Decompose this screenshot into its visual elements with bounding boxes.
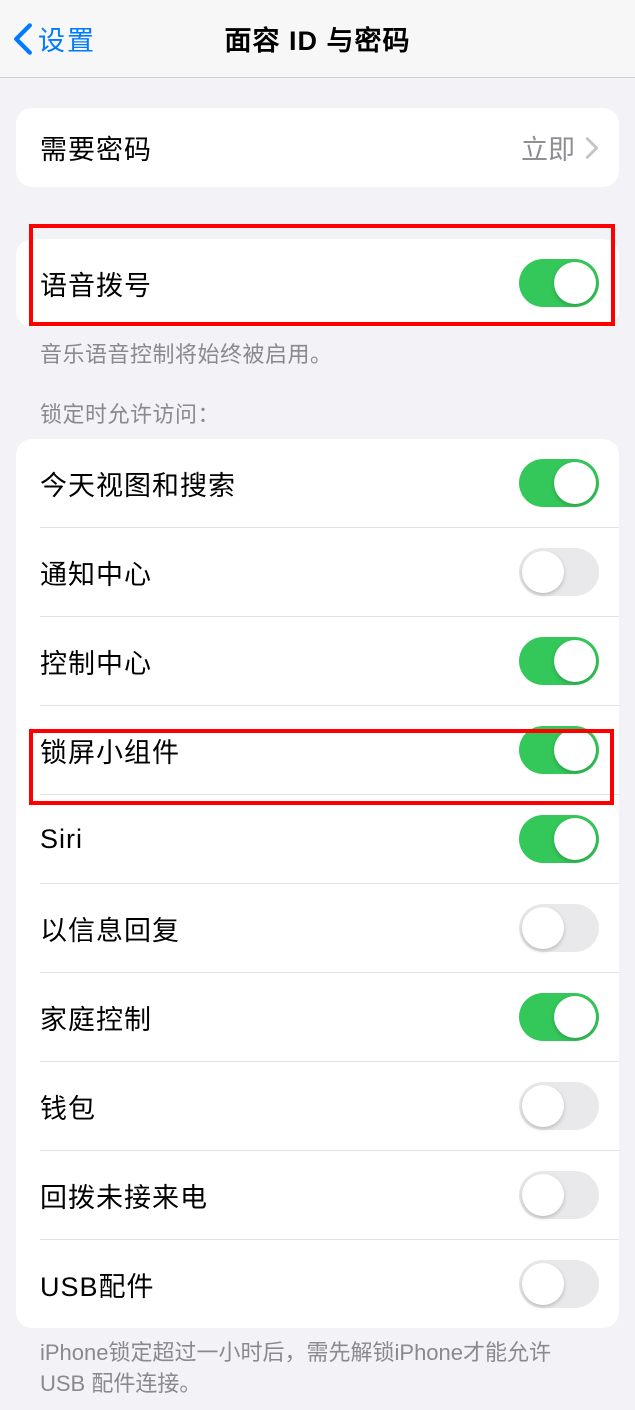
passcode-group: 需要密码 立即: [16, 108, 619, 187]
chevron-left-icon: [12, 22, 34, 56]
chevron-right-icon: [585, 136, 599, 160]
lock-access-label: 通知中心: [40, 553, 152, 592]
lock-access-row: 今天视图和搜索: [16, 439, 619, 527]
back-button[interactable]: 设置: [12, 19, 96, 58]
lock-access-row: 控制中心: [16, 617, 619, 705]
voice-dial-row: 语音拨号: [16, 239, 619, 327]
page-title: 面容 ID 与密码: [224, 19, 410, 58]
lock-access-toggle[interactable]: [519, 1171, 599, 1219]
lock-access-row: 家庭控制: [16, 973, 619, 1061]
lock-access-row: USB配件: [16, 1240, 619, 1328]
require-passcode-label: 需要密码: [40, 128, 152, 167]
nav-header: 设置 面容 ID 与密码: [0, 0, 635, 78]
lock-access-label: 锁屏小组件: [40, 731, 180, 770]
lock-access-row: 钱包: [16, 1062, 619, 1150]
lock-access-row: 以信息回复: [16, 884, 619, 972]
voice-dial-group: 语音拨号: [16, 239, 619, 327]
lock-access-label: 钱包: [40, 1087, 96, 1126]
usb-footer: iPhone锁定超过一小时后，需先解锁iPhone才能允许USB 配件连接。: [16, 1328, 619, 1410]
lock-access-label: 回拨未接来电: [40, 1176, 208, 1215]
lock-access-toggle[interactable]: [519, 904, 599, 952]
lock-access-toggle[interactable]: [519, 548, 599, 596]
lock-access-label: USB配件: [40, 1265, 155, 1304]
lock-access-row: 通知中心: [16, 528, 619, 616]
voice-dial-label: 语音拨号: [40, 264, 152, 303]
lock-access-toggle[interactable]: [519, 1082, 599, 1130]
voice-dial-footer: 音乐语音控制将始终被启用。: [16, 327, 619, 373]
lock-access-toggle[interactable]: [519, 637, 599, 685]
lock-access-label: 家庭控制: [40, 998, 152, 1037]
lock-access-row: Siri: [16, 795, 619, 883]
lock-access-label: 今天视图和搜索: [40, 464, 236, 503]
lock-access-row: 锁屏小组件: [16, 706, 619, 794]
lock-access-header: 锁定时允许访问：: [16, 373, 619, 439]
lock-access-group: 今天视图和搜索通知中心控制中心锁屏小组件 Siri 以信息回复家庭控制钱包回拨未接来…: [16, 439, 619, 1328]
lock-access-toggle[interactable]: [519, 993, 599, 1041]
require-passcode-row[interactable]: 需要密码 立即: [16, 108, 619, 187]
lock-access-row: 回拨未接来电: [16, 1151, 619, 1239]
require-passcode-value: 立即: [521, 128, 599, 167]
lock-access-label: 控制中心: [40, 642, 152, 681]
lock-access-toggle[interactable]: [519, 1260, 599, 1308]
voice-dial-toggle[interactable]: [519, 259, 599, 307]
lock-access-label: Siri: [40, 824, 83, 855]
lock-access-toggle[interactable]: [519, 726, 599, 774]
back-label: 设置: [38, 19, 96, 58]
lock-access-toggle[interactable]: [519, 815, 599, 863]
lock-access-label: 以信息回复: [40, 909, 180, 948]
lock-access-toggle[interactable]: [519, 459, 599, 507]
